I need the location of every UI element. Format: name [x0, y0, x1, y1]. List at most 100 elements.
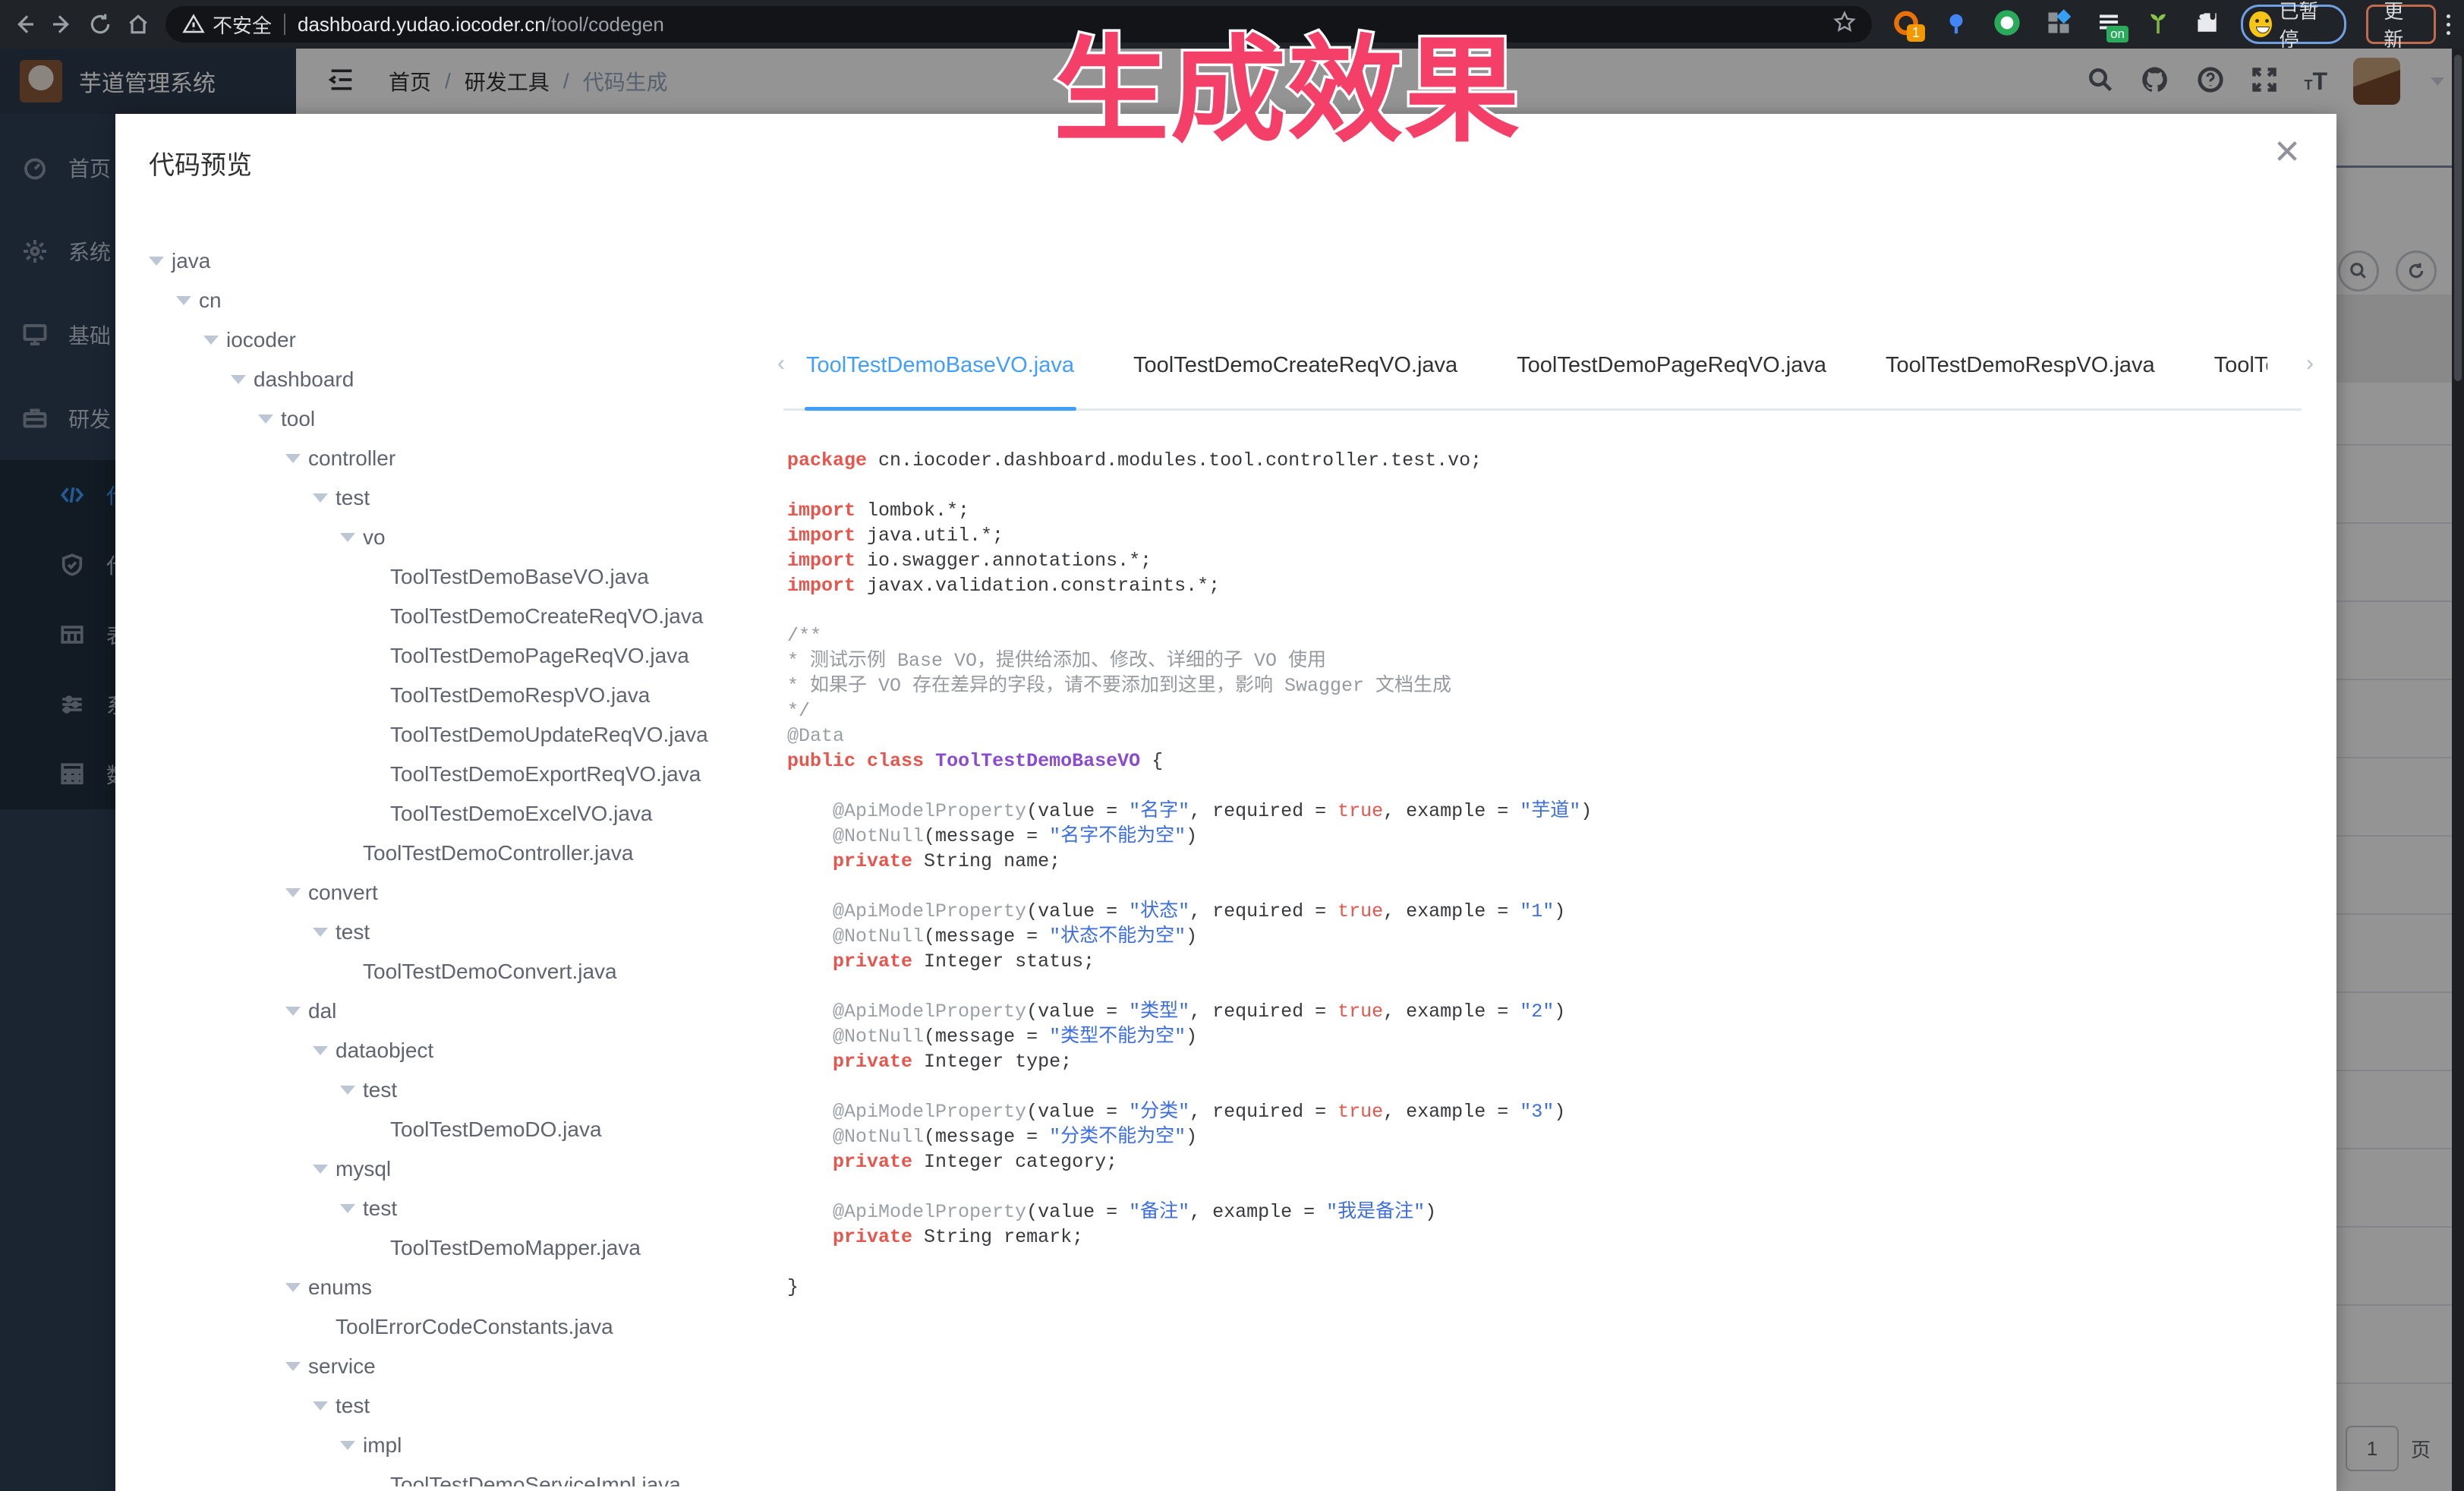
close-icon[interactable] — [2274, 138, 2300, 168]
tree-folder-dashboard[interactable]: dashboard — [149, 360, 779, 399]
tree-folder-convert[interactable]: convert — [149, 873, 779, 913]
tree-folder-service[interactable]: service — [149, 1347, 779, 1386]
omnibox-divider — [284, 14, 285, 35]
tree-folder-controller[interactable]: controller — [149, 439, 779, 478]
tree-caret-icon[interactable] — [285, 888, 308, 897]
tree-file-ToolTestDemoConvert.java[interactable]: ToolTestDemoConvert.java — [149, 952, 779, 991]
tree-folder-enums[interactable]: enums — [149, 1268, 779, 1307]
extension-ublock-icon[interactable]: 1 — [1892, 10, 1920, 39]
tree-folder-dal[interactable]: dal — [149, 991, 779, 1031]
tree-file-ToolTestDemoUpdateReqVO.java[interactable]: ToolTestDemoUpdateReqVO.java — [149, 715, 779, 755]
tree-file-ToolTestDemoMapper.java[interactable]: ToolTestDemoMapper.java — [149, 1228, 779, 1268]
tree-caret-icon[interactable] — [313, 1401, 336, 1411]
paused-extension-chip[interactable]: 已暂停 — [2241, 5, 2346, 44]
code-line — [787, 1074, 2305, 1099]
tree-caret-icon[interactable] — [340, 1086, 363, 1095]
tree-folder-mysql[interactable]: mysql — [149, 1149, 779, 1189]
tabs-scroll-left-icon[interactable]: ‹ — [777, 351, 785, 377]
tree-caret-icon[interactable] — [285, 1362, 308, 1371]
tree-file-ToolTestDemoDO.java[interactable]: ToolTestDemoDO.java — [149, 1110, 779, 1149]
tree-folder-test[interactable]: test — [149, 913, 779, 952]
browser-update-button[interactable]: 更新 — [2366, 5, 2436, 44]
tree-node-label: tool — [281, 407, 315, 431]
security-label[interactable]: 不安全 — [213, 11, 272, 39]
extension-green-icon[interactable] — [1992, 8, 2022, 42]
url-path: /tool/codegen — [546, 13, 664, 36]
tree-node-label: cn — [199, 288, 222, 313]
tree-file-ToolTestDemoExcelVO.java[interactable]: ToolTestDemoExcelVO.java — [149, 794, 779, 834]
tree-caret-icon[interactable] — [340, 533, 363, 542]
tree-caret-icon[interactable] — [231, 375, 254, 384]
code-line: * 如果子 VO 存在差异的字段，请不要添加到这里，影响 Swagger 文档生… — [787, 673, 2305, 698]
tree-folder-tool[interactable]: tool — [149, 399, 779, 439]
tree-caret-icon[interactable] — [285, 1007, 308, 1016]
code-line: @ApiModelProperty(value = "备注", example … — [787, 1199, 2305, 1225]
tree-caret-icon[interactable] — [176, 296, 199, 305]
tree-folder-iocoder[interactable]: iocoder — [149, 320, 779, 360]
tree-caret-icon[interactable] — [340, 1441, 363, 1450]
url-bar[interactable]: 不安全 dashboard.yudao.iocoder.cn/tool/code… — [165, 6, 1872, 43]
code-line — [787, 473, 2305, 498]
tree-folder-test[interactable]: test — [149, 1189, 779, 1228]
tabs-scroll-right-icon[interactable]: › — [2306, 351, 2314, 377]
code-line — [787, 974, 2305, 999]
tree-caret-icon[interactable] — [203, 336, 226, 345]
back-icon[interactable] — [11, 11, 38, 38]
reload-icon[interactable] — [87, 11, 114, 38]
code-line — [787, 598, 2305, 623]
tree-file-ToolErrorCodeConstants.java[interactable]: ToolErrorCodeConstants.java — [149, 1307, 779, 1347]
tab-2[interactable]: ToolTestDemoPageReqVO.java — [1517, 353, 1826, 378]
code-line: @ApiModelProperty(value = "状态", required… — [787, 899, 2305, 924]
tree-file-ToolTestDemoRespVO.java[interactable]: ToolTestDemoRespVO.java — [149, 676, 779, 715]
tabs-active-indicator — [805, 407, 1076, 411]
tree-caret-icon[interactable] — [149, 257, 172, 266]
tree-node-label: test — [336, 920, 370, 944]
code-line: @ApiModelProperty(value = "名字", required… — [787, 799, 2305, 824]
tree-file-ToolTestDemoController.java[interactable]: ToolTestDemoController.java — [149, 834, 779, 873]
forward-icon[interactable] — [49, 11, 76, 38]
tree-node-label: ToolTestDemoController.java — [363, 841, 633, 865]
tree-caret-icon[interactable] — [313, 928, 336, 937]
tree-caret-icon[interactable] — [313, 1165, 336, 1174]
home-icon[interactable] — [124, 11, 152, 38]
extensions-puzzle-icon[interactable] — [2194, 9, 2221, 40]
tree-folder-test[interactable]: test — [149, 1070, 779, 1110]
scrollbar-thumb[interactable] — [2454, 55, 2462, 381]
tree-folder-cn[interactable]: cn — [149, 281, 779, 320]
tab-0[interactable]: ToolTestDemoBaseVO.java — [806, 353, 1074, 378]
warning-icon[interactable] — [182, 13, 205, 36]
tree-file-ToolTestDemoCreateReqVO.java[interactable]: ToolTestDemoCreateReqVO.java — [149, 597, 779, 636]
extension-sprout-icon[interactable] — [2145, 10, 2171, 39]
tree-caret-icon[interactable] — [313, 1046, 336, 1055]
page-scrollbar[interactable] — [2452, 49, 2464, 1491]
tree-caret-icon[interactable] — [313, 493, 336, 503]
tree-node-label: ToolTestDemoRespVO.java — [390, 683, 650, 708]
tree-file-ToolTestDemoPageReqVO.java[interactable]: ToolTestDemoPageReqVO.java — [149, 636, 779, 676]
file-tree: javacniocoderdashboardtoolcontrollertest… — [149, 241, 779, 1486]
tree-file-ToolTestDemoExportReqVO.java[interactable]: ToolTestDemoExportReqVO.java — [149, 755, 779, 794]
tab-4[interactable]: ToolTe — [2214, 353, 2267, 378]
extension-list-icon[interactable]: on — [2095, 11, 2122, 38]
code-viewer[interactable]: package cn.iocoder.dashboard.modules.too… — [787, 448, 2305, 1480]
tree-folder-impl[interactable]: impl — [149, 1426, 779, 1465]
tree-folder-vo[interactable]: vo — [149, 518, 779, 557]
bookmark-star-icon[interactable] — [1832, 10, 1857, 39]
tree-file-ToolTestDemoServiceImpl.java[interactable]: ToolTestDemoServiceImpl.java — [149, 1465, 779, 1486]
tab-1[interactable]: ToolTestDemoCreateReqVO.java — [1133, 353, 1457, 378]
emoji-face-icon — [2249, 11, 2272, 37]
tree-caret-icon[interactable] — [340, 1204, 363, 1213]
tree-caret-icon[interactable] — [258, 415, 281, 424]
tree-folder-dataobject[interactable]: dataobject — [149, 1031, 779, 1070]
tree-folder-test[interactable]: test — [149, 1386, 779, 1426]
tree-caret-icon[interactable] — [285, 454, 308, 463]
tab-3[interactable]: ToolTestDemoRespVO.java — [1886, 353, 2155, 378]
tree-file-ToolTestDemoBaseVO.java[interactable]: ToolTestDemoBaseVO.java — [149, 557, 779, 597]
tree-node-label: dataobject — [336, 1039, 433, 1063]
browser-menu-icon[interactable] — [2447, 14, 2450, 35]
tree-folder-test[interactable]: test — [149, 478, 779, 518]
extension-grid-icon[interactable] — [2045, 9, 2072, 40]
tree-folder-java[interactable]: java — [149, 241, 779, 281]
tree-node-label: test — [363, 1196, 397, 1221]
extension-pin-icon[interactable] — [1943, 10, 1969, 39]
tree-caret-icon[interactable] — [285, 1283, 308, 1292]
